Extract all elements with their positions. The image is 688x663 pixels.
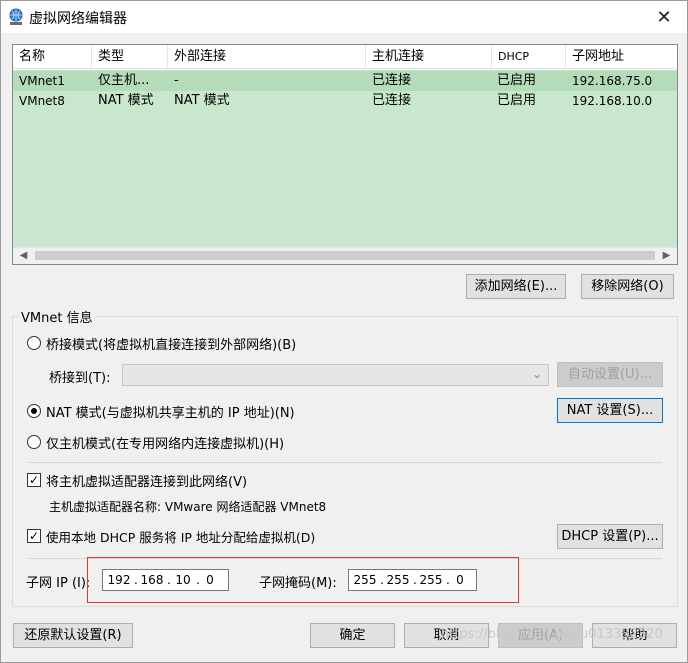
cell-name: VMnet8 bbox=[19, 94, 65, 108]
table-row[interactable]: VMnet1 仅主机... - 已连接 已启用 192.168.75.0 bbox=[13, 71, 677, 91]
host-only-mode-radio[interactable] bbox=[27, 435, 41, 449]
column-header-subnet[interactable]: 子网地址 bbox=[566, 45, 677, 69]
bridge-to-label: 桥接到(T): bbox=[49, 371, 111, 386]
column-header-dhcp[interactable]: DHCP bbox=[492, 45, 566, 69]
cell-dhcp: 已启用 bbox=[497, 73, 537, 88]
separator bbox=[28, 462, 662, 463]
table-row[interactable]: VMnet8 NAT 模式 NAT 模式 已连接 已启用 192.168.10.… bbox=[13, 91, 677, 111]
column-header-external[interactable]: 外部连接 bbox=[168, 45, 366, 69]
bridge-mode-radio[interactable] bbox=[27, 336, 41, 350]
scroll-right-icon[interactable]: ▶ bbox=[658, 248, 675, 264]
cell-external: NAT 模式 bbox=[174, 93, 230, 108]
cell-subnet: 192.168.75.0 bbox=[572, 74, 653, 88]
network-globe-icon bbox=[9, 8, 23, 25]
column-header-host[interactable]: 主机连接 bbox=[366, 45, 492, 69]
network-table[interactable]: 名称 类型 外部连接 主机连接 DHCP 子网地址 VMnet1 仅主机... … bbox=[12, 44, 678, 265]
use-dhcp-checkbox[interactable]: ✓ bbox=[27, 529, 41, 543]
dhcp-settings-button[interactable]: DHCP 设置(P)... bbox=[557, 524, 663, 549]
host-only-mode-label[interactable]: 仅主机模式(在专用网络内连接虚拟机)(H) bbox=[46, 433, 284, 452]
cell-type: NAT 模式 bbox=[98, 93, 154, 108]
host-adapter-name: 主机虚拟适配器名称: VMware 网络适配器 VMnet8 bbox=[49, 500, 327, 514]
nat-mode-label[interactable]: NAT 模式(与虚拟机共享主机的 IP 地址)(N) bbox=[46, 402, 295, 421]
vmnet-info-title: VMnet 信息 bbox=[19, 307, 95, 326]
close-button[interactable]: ✕ bbox=[641, 1, 687, 33]
add-network-button[interactable]: 添加网络(E)... bbox=[466, 274, 566, 299]
highlight-annotation-box bbox=[87, 557, 519, 603]
nat-settings-button[interactable]: NAT 设置(S)... bbox=[557, 398, 663, 423]
restore-defaults-button[interactable]: 还原默认设置(R) bbox=[13, 623, 133, 648]
scroll-left-icon[interactable]: ◀ bbox=[15, 248, 32, 264]
scroll-thumb[interactable] bbox=[35, 251, 655, 260]
window-title: 虚拟网络编辑器 bbox=[29, 11, 127, 27]
cell-name: VMnet1 bbox=[19, 74, 65, 88]
auto-settings-button[interactable]: 自动设置(U)... bbox=[557, 362, 663, 387]
watermark: https://blog.csdn.net/u013332320 bbox=[441, 627, 663, 642]
connect-host-adapter-label[interactable]: 将主机虚拟适配器连接到此网络(V) bbox=[46, 471, 247, 490]
use-dhcp-label[interactable]: 使用本地 DHCP 服务将 IP 地址分配给虚拟机(D) bbox=[46, 527, 315, 546]
close-icon: ✕ bbox=[656, 6, 672, 28]
title-bar: 虚拟网络编辑器 ✕ bbox=[1, 1, 687, 33]
connect-host-adapter-checkbox[interactable]: ✓ bbox=[27, 473, 41, 487]
table-header: 名称 类型 外部连接 主机连接 DHCP 子网地址 bbox=[13, 45, 677, 69]
ok-button[interactable]: 确定 bbox=[310, 623, 395, 648]
virtual-network-editor-window: 虚拟网络编辑器 ✕ 名称 类型 外部连接 主机连接 DHCP 子网地址 VMne… bbox=[0, 0, 688, 663]
cell-host: 已连接 bbox=[372, 73, 412, 88]
chevron-down-icon: ⌄ bbox=[531, 367, 542, 381]
nat-mode-radio[interactable] bbox=[27, 404, 41, 418]
column-header-type[interactable]: 类型 bbox=[92, 45, 168, 69]
bridge-mode-label[interactable]: 桥接模式(将虚拟机直接连接到外部网络)(B) bbox=[46, 334, 296, 353]
cell-host: 已连接 bbox=[372, 93, 412, 108]
remove-network-button[interactable]: 移除网络(O) bbox=[581, 274, 674, 299]
cell-subnet: 192.168.10.0 bbox=[572, 94, 653, 108]
horizontal-scrollbar[interactable]: ◀ ▶ bbox=[13, 247, 677, 264]
subnet-ip-label: 子网 IP (I): bbox=[26, 576, 91, 591]
cell-dhcp: 已启用 bbox=[497, 93, 537, 108]
cell-external: - bbox=[174, 73, 179, 88]
bridge-to-dropdown[interactable]: ⌄ bbox=[122, 364, 549, 386]
column-header-name[interactable]: 名称 bbox=[13, 45, 92, 69]
cell-type: 仅主机... bbox=[98, 73, 150, 88]
